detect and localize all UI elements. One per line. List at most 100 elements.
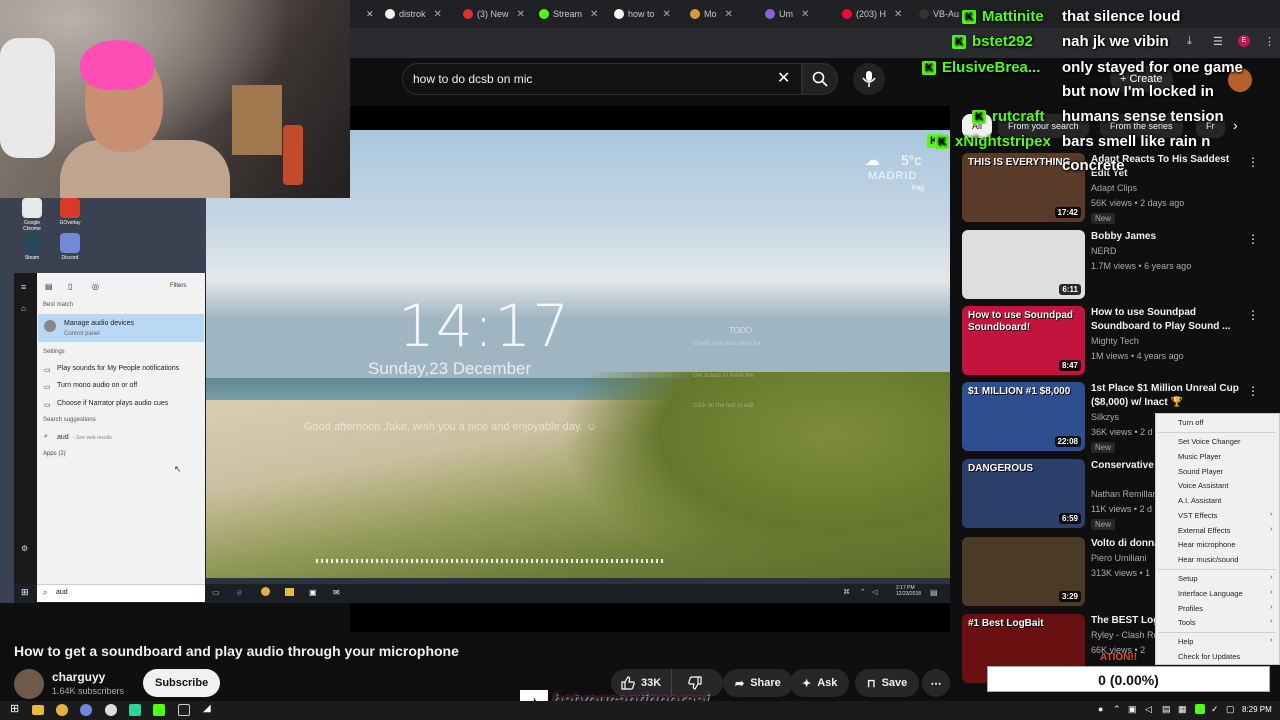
soundpad-menu-item[interactable]: Interface Language xyxy=(1178,589,1243,598)
close-tab-icon[interactable]: ✕ xyxy=(366,4,374,24)
video-thumbnail[interactable]: 3:29 xyxy=(962,537,1085,606)
more-vertical-icon[interactable]: ⋮ xyxy=(1247,155,1259,169)
close-tab-icon[interactable]: ✕ xyxy=(517,9,525,20)
desktop-greeting: Good afternoon Jake, wish you a nice and… xyxy=(304,421,597,433)
tray-app-icon[interactable]: ▤ xyxy=(1162,704,1174,716)
video-thumbnail[interactable]: How to use Soundpad Soundboard! 8:47 xyxy=(962,306,1085,375)
channel-name[interactable]: charguyy xyxy=(52,670,105,684)
browser-tab[interactable]: Mo ✕ xyxy=(690,4,733,24)
playlist-icon[interactable]: ☰ xyxy=(1213,35,1223,48)
kick-icon[interactable] xyxy=(153,704,165,716)
chrome-icon xyxy=(261,587,270,596)
soundpad-menu-item[interactable]: VST Effects xyxy=(1178,511,1217,520)
tray-app-icon[interactable]: ✓ xyxy=(1211,704,1223,716)
close-tab-icon[interactable]: ✕ xyxy=(663,9,671,20)
chevron-right-icon[interactable]: › xyxy=(1233,117,1238,133)
discord-icon[interactable] xyxy=(80,704,92,716)
browser-tab[interactable]: (203) H ✕ xyxy=(842,4,902,24)
tray-app-icon[interactable]: ▦ xyxy=(1178,704,1190,716)
subscribe-button[interactable]: Subscribe xyxy=(143,669,221,697)
soundpad-icon[interactable]: ◢ xyxy=(203,703,215,715)
obs-icon[interactable] xyxy=(105,704,117,716)
soundpad-menu-item[interactable]: Hear music/sound xyxy=(1178,555,1238,564)
browser-tab[interactable]: distrok ✕ xyxy=(385,4,442,24)
recommended-channel[interactable]: Adapt Clips xyxy=(1091,183,1137,193)
capcut-icon[interactable] xyxy=(178,704,190,716)
soundpad-menu-item[interactable]: Voice Assistant xyxy=(1178,481,1228,490)
recommended-video-title[interactable]: 1st Place $1 Million Unreal Cup ($8,000)… xyxy=(1091,382,1241,410)
tray-app-icon[interactable]: ▢ xyxy=(1226,704,1238,716)
recommended-video-title[interactable]: How to use Soundpad Soundboard to Play S… xyxy=(1091,306,1241,334)
recommended-video-title[interactable]: Bobby James xyxy=(1091,230,1241,244)
chat-message-text: humans sense tension xyxy=(1062,108,1224,125)
tray-chevron-icon[interactable]: ⌃ xyxy=(1113,704,1125,716)
share-button[interactable]: ➦ Share xyxy=(723,669,793,697)
microphone-icon[interactable]: ● xyxy=(1098,704,1110,716)
soundpad-menu-item[interactable]: A.I. Assistant xyxy=(1178,496,1221,505)
browser-menu-icon[interactable]: ⋮ xyxy=(1264,35,1275,48)
voice-search-button[interactable] xyxy=(853,63,885,95)
video-thumbnail[interactable]: 6:11 xyxy=(962,230,1085,299)
browser-tab[interactable]: how to ✕ xyxy=(614,4,671,24)
recommended-video[interactable]: 6:11 Bobby James NERD 1.7M views • 6 years … xyxy=(962,230,1262,300)
video-thumbnail[interactable]: $1 MILLION #1 $8,000 22:08 xyxy=(962,382,1085,451)
browser-tab[interactable]: (3) New ✕ xyxy=(463,4,525,24)
close-tab-icon[interactable]: ✕ xyxy=(590,9,598,20)
network-icon[interactable]: ▣ xyxy=(1128,704,1140,716)
recommended-channel[interactable]: Mighty Tech xyxy=(1091,336,1139,346)
chat-username: ElusiveBrea... xyxy=(942,59,1041,76)
file-explorer-icon[interactable] xyxy=(32,705,44,715)
soundpad-menu-item[interactable]: External Effects xyxy=(1178,526,1230,535)
recommended-channel[interactable]: Nathan Remillar xyxy=(1091,489,1156,499)
close-tab-icon[interactable]: ✕ xyxy=(894,9,902,20)
start-menu-rail xyxy=(14,273,37,603)
browser-tab[interactable]: Um ✕ xyxy=(765,4,809,24)
soundpad-menu-item[interactable]: Help xyxy=(1178,637,1193,646)
clear-search-icon[interactable]: ✕ xyxy=(777,68,790,88)
video-thumbnail[interactable]: DANGEROUS 6:59 xyxy=(962,459,1085,528)
soundpad-menu-item[interactable]: Music Player xyxy=(1178,452,1221,461)
channel-avatar[interactable] xyxy=(14,669,44,699)
more-vertical-icon[interactable]: ⋮ xyxy=(1247,308,1259,322)
soundpad-menu-item[interactable]: Set Voice Changer xyxy=(1178,437,1241,446)
webcam-bottle xyxy=(283,125,303,185)
profile-icon[interactable]: E xyxy=(1238,35,1250,47)
soundpad-menu-item[interactable]: Hear microphone xyxy=(1178,540,1236,549)
recommended-meta: 56K views • 2 days ago xyxy=(1091,198,1185,208)
more-vertical-icon[interactable]: ⋮ xyxy=(1247,384,1259,398)
tab-label: (3) New xyxy=(477,9,509,19)
desktop-clock: 14:17 xyxy=(398,292,571,360)
recommended-channel[interactable]: NERD xyxy=(1091,246,1117,256)
search-button[interactable] xyxy=(802,63,838,95)
recommended-channel[interactable]: Piero Umiliani xyxy=(1091,553,1147,563)
soundpad-menu-item[interactable]: Sound Player xyxy=(1178,467,1223,476)
recommended-channel[interactable]: Silkzys xyxy=(1091,412,1119,422)
save-button[interactable]: ⊓ Save xyxy=(855,669,920,697)
volume-icon[interactable]: ◁ xyxy=(1145,704,1157,716)
soundpad-menu-item[interactable]: Profiles xyxy=(1178,604,1203,613)
close-tab-icon[interactable]: ✕ xyxy=(434,9,442,20)
green-app-icon[interactable] xyxy=(129,704,141,716)
more-actions-button[interactable]: ⋯ xyxy=(922,669,950,697)
ask-label: Ask xyxy=(817,677,838,689)
ask-button[interactable]: ✦ Ask xyxy=(790,669,850,697)
soundpad-menu-item[interactable]: Tools xyxy=(1178,618,1196,627)
chrome-icon[interactable] xyxy=(56,704,68,716)
kick-tray-icon[interactable] xyxy=(1195,704,1205,714)
recommended-video[interactable]: How to use Soundpad Soundboard! 8:47 How t… xyxy=(962,306,1262,376)
taskbar-clock[interactable]: 8:29 PM xyxy=(1242,705,1272,714)
browser-tab[interactable]: VB-Au xyxy=(919,4,959,24)
download-icon[interactable]: ⤓ xyxy=(1187,35,1192,48)
soundpad-menu-item[interactable]: Check for Updates xyxy=(1178,652,1240,661)
windows-start-icon[interactable]: ⊞ xyxy=(10,702,22,715)
close-tab-icon[interactable]: ✕ xyxy=(801,9,809,20)
soundpad-menu-item[interactable]: Turn off xyxy=(1178,418,1203,427)
tab-favicon-icon xyxy=(765,9,775,19)
recommended-channel[interactable]: Ryley - Clash Ro xyxy=(1091,630,1159,640)
more-vertical-icon[interactable]: ⋮ xyxy=(1247,232,1259,246)
search-input-value[interactable]: how to do dcsb on mic xyxy=(413,72,532,86)
close-tab-icon[interactable]: ✕ xyxy=(725,9,733,20)
soundpad-menu-item[interactable]: Setup xyxy=(1178,574,1198,583)
browser-tab[interactable]: Stream ✕ xyxy=(539,4,598,24)
chat-username: rutcraft xyxy=(992,108,1045,125)
